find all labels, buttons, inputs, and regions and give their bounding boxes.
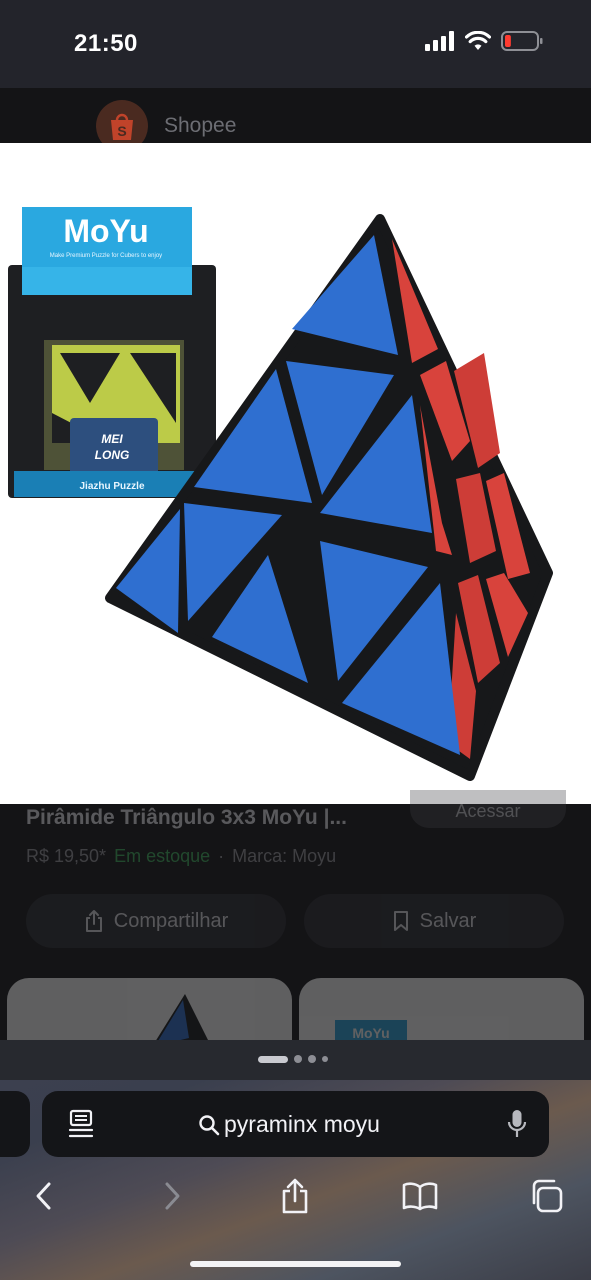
- page-dot: [294, 1055, 302, 1063]
- forward-chevron-icon: [165, 1182, 180, 1210]
- store-name: Shopee: [164, 114, 237, 137]
- address-bar[interactable]: pyraminx moyu: [42, 1091, 549, 1157]
- shopee-logo-letter: S: [117, 123, 126, 139]
- save-button-label: Salvar: [419, 909, 477, 932]
- cellular-signal-icon: [425, 31, 454, 51]
- search-icon: [199, 1114, 220, 1135]
- status-bar: 21:50: [0, 0, 591, 88]
- bookmarks-icon: [402, 1182, 438, 1211]
- search-query[interactable]: pyraminx moyu: [198, 1111, 380, 1138]
- bookmark-icon: [393, 911, 408, 931]
- home-indicator[interactable]: [190, 1261, 401, 1267]
- box-brand-text: MoYu: [63, 213, 148, 249]
- search-query-text: pyraminx moyu: [224, 1111, 380, 1137]
- tab-page-indicator[interactable]: [258, 1055, 328, 1063]
- product-brand: Marca: Moyu: [232, 846, 337, 866]
- product-image[interactable]: MoYu Make Premium Puzzle for Cubers to e…: [0, 143, 591, 804]
- battery-level-fill: [505, 35, 511, 47]
- back-chevron-icon: [36, 1182, 51, 1210]
- product-illustration: MoYu Make Premium Puzzle for Cubers to e…: [8, 207, 553, 781]
- tabs-icon: [532, 1179, 563, 1213]
- share-toolbar-button[interactable]: [273, 1176, 317, 1216]
- page-dot-active: [258, 1055, 288, 1063]
- status-time: 21:50: [74, 30, 138, 57]
- meta-separator: ·: [218, 846, 225, 866]
- status-icons: [425, 31, 543, 51]
- product-meta: R$ 19,50* Em estoque · Marca: Moyu: [26, 846, 336, 867]
- share-button-label: Compartilhar: [113, 909, 229, 932]
- back-button[interactable]: [22, 1176, 66, 1216]
- save-button[interactable]: Salvar: [304, 894, 564, 948]
- forward-button[interactable]: [150, 1176, 194, 1216]
- product-box: MoYu Make Premium Puzzle for Cubers to e…: [8, 207, 216, 498]
- box-tagline-text: Make Premium Puzzle for Cubers to enjoy: [50, 253, 162, 259]
- related-box-label: MoYu: [352, 1025, 389, 1041]
- browser-toolbar-sheet: [0, 1040, 591, 1280]
- reader-icon[interactable]: [68, 1109, 94, 1139]
- product-price: R$ 19,50*: [26, 846, 107, 866]
- bookmarks-button[interactable]: [398, 1176, 442, 1216]
- share-button[interactable]: Compartilhar: [26, 894, 286, 948]
- page-dot: [322, 1056, 328, 1062]
- stock-status: Em estoque: [114, 846, 211, 866]
- box-logo-line2: LONG: [95, 448, 130, 462]
- mic-icon[interactable]: [507, 1108, 527, 1140]
- share-icon: [282, 1178, 308, 1214]
- page-dot: [308, 1055, 316, 1063]
- share-button-icon: [85, 910, 102, 932]
- wifi-icon: [465, 31, 491, 50]
- box-logo-line1: MEI: [101, 432, 123, 446]
- battery-icon: [501, 31, 543, 51]
- product-title[interactable]: Pirâmide Triângulo 3x3 MoYu |...: [26, 806, 347, 830]
- previous-tab-address-bar[interactable]: [0, 1091, 30, 1157]
- box-series-text: Jiazhu Puzzle: [79, 481, 144, 492]
- tabs-button[interactable]: [524, 1176, 568, 1216]
- visit-button[interactable]: Acessar: [410, 790, 566, 828]
